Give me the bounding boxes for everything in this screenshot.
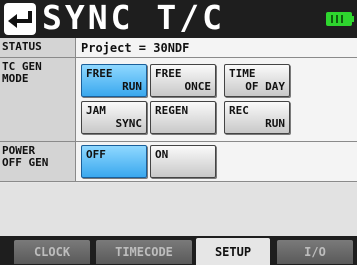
back-button[interactable]	[4, 3, 36, 35]
back-arrow-icon	[8, 11, 32, 28]
tab-setup[interactable]: SETUP	[196, 238, 270, 265]
empty-area	[0, 183, 357, 236]
tab-bar: CLOCK TIMECODE SETUP I/O	[0, 236, 357, 265]
status-label: STATUS	[0, 38, 76, 57]
tab-clock[interactable]: CLOCK	[14, 240, 90, 264]
time-of-day-button[interactable]: TIME OF DAY	[224, 64, 290, 97]
sync-tc-screen: SYNC T/C STATUS Project = 30NDF TC GEN M…	[0, 0, 357, 265]
title-bar: SYNC T/C	[0, 0, 357, 38]
regen-button[interactable]: REGEN	[150, 101, 216, 134]
tc-gen-mode-label: TC GEN MODE	[0, 58, 76, 141]
tab-timecode[interactable]: TIMECODE	[96, 240, 192, 264]
rec-run-button[interactable]: REC RUN	[224, 101, 290, 134]
status-row: STATUS Project = 30NDF	[0, 38, 357, 58]
power-off-gen-row: POWER OFF GEN OFF ON	[0, 142, 357, 182]
free-once-button[interactable]: FREE ONCE	[150, 64, 216, 97]
power-off-gen-label: POWER OFF GEN	[0, 142, 76, 181]
power-off-gen-on-button[interactable]: ON	[150, 145, 216, 178]
power-off-gen-off-button[interactable]: OFF	[81, 145, 147, 178]
status-value: Project = 30NDF	[81, 41, 190, 55]
free-run-button[interactable]: FREE RUN	[81, 64, 147, 97]
tc-gen-mode-row: TC GEN MODE FREE RUN FREE ONCE TIME OF D…	[0, 58, 357, 142]
jam-sync-button[interactable]: JAM SYNC	[81, 101, 147, 134]
page-title: SYNC T/C	[42, 0, 225, 37]
battery-icon	[326, 12, 354, 26]
tab-io[interactable]: I/O	[277, 240, 353, 264]
